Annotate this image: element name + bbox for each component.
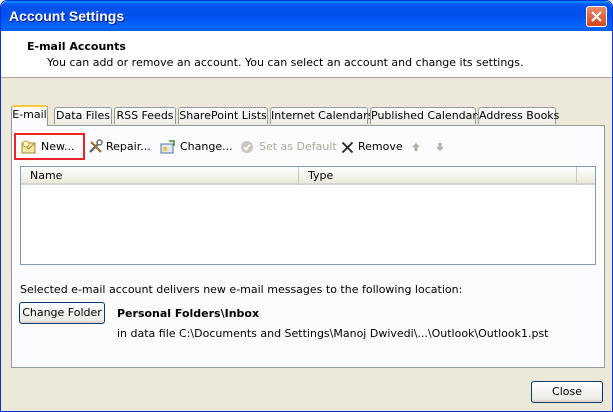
tab-label: Internet Calendars: [271, 109, 374, 122]
repair-button[interactable]: Repair...: [88, 136, 151, 158]
arrow-down-icon: [436, 143, 444, 151]
move-up-button[interactable]: [411, 136, 423, 158]
tab-email[interactable]: E-mail: [11, 105, 48, 126]
delivery-description: Selected e-mail account delivers new e-m…: [20, 283, 463, 296]
checkmark-circle-icon: [241, 141, 253, 153]
remove-label: Remove: [358, 140, 403, 153]
repair-label: Repair...: [106, 140, 151, 153]
tab-published-calendars[interactable]: Published Calendars: [370, 107, 483, 124]
change-folder-button[interactable]: Change Folder: [19, 302, 105, 324]
tab-internet-calendars[interactable]: Internet Calendars: [270, 107, 373, 124]
arrow-up-icon: [412, 143, 420, 151]
change-folder-label: Change Folder: [22, 306, 102, 319]
tab-label: Data Files: [56, 109, 110, 122]
tab-label: Address Books: [479, 109, 560, 122]
new-account-button[interactable]: New...: [21, 136, 79, 158]
tab-label: SharePoint Lists: [179, 109, 267, 122]
new-label: New...: [41, 140, 75, 153]
tab-address-books[interactable]: Address Books: [478, 107, 560, 124]
set-as-default-button[interactable]: Set as Default: [240, 136, 337, 158]
column-header-type[interactable]: Type: [299, 167, 577, 185]
close-button[interactable]: Close: [531, 381, 603, 403]
header-panel: E-mail Accounts You can add or remove an…: [1, 31, 612, 78]
header-title: E-mail Accounts: [27, 40, 126, 53]
change-label: Change...: [180, 140, 233, 153]
move-down-button[interactable]: [435, 136, 447, 158]
window-close-button[interactable]: [586, 6, 607, 27]
set-as-default-label: Set as Default: [259, 140, 337, 153]
title-bar[interactable]: Account Settings: [1, 1, 612, 31]
remove-x-icon: [341, 141, 354, 154]
tab-label: E-mail: [12, 108, 47, 121]
change-button[interactable]: Change...: [160, 136, 233, 158]
close-label: Close: [552, 385, 582, 398]
column-header-name-label: Name: [30, 169, 63, 182]
column-header-type-label: Type: [308, 169, 334, 182]
column-header-filler: [577, 167, 595, 185]
new-mail-icon: [21, 140, 36, 154]
tab-label: Published Calendars: [371, 109, 483, 122]
tab-sharepoint-lists[interactable]: SharePoint Lists: [178, 107, 268, 124]
tab-data-files[interactable]: Data Files: [54, 107, 112, 124]
delivery-data-file-path: in data file C:\Documents and Settings\M…: [117, 327, 549, 340]
window-title: Account Settings: [9, 8, 125, 24]
account-settings-window: Account Settings E-mail Accounts You can…: [0, 0, 613, 412]
header-description: You can add or remove an account. You ca…: [47, 56, 524, 69]
repair-tools-icon: [89, 139, 103, 153]
column-header-name[interactable]: Name: [21, 167, 299, 185]
tab-label: RSS Feeds: [116, 109, 174, 122]
accounts-list[interactable]: Name Type: [20, 166, 596, 265]
delivery-folder-name: Personal Folders\Inbox: [117, 307, 260, 320]
tab-rss-feeds[interactable]: RSS Feeds: [114, 107, 176, 124]
change-account-icon: [160, 140, 175, 154]
close-icon: [591, 11, 602, 22]
remove-button[interactable]: Remove: [341, 136, 403, 158]
